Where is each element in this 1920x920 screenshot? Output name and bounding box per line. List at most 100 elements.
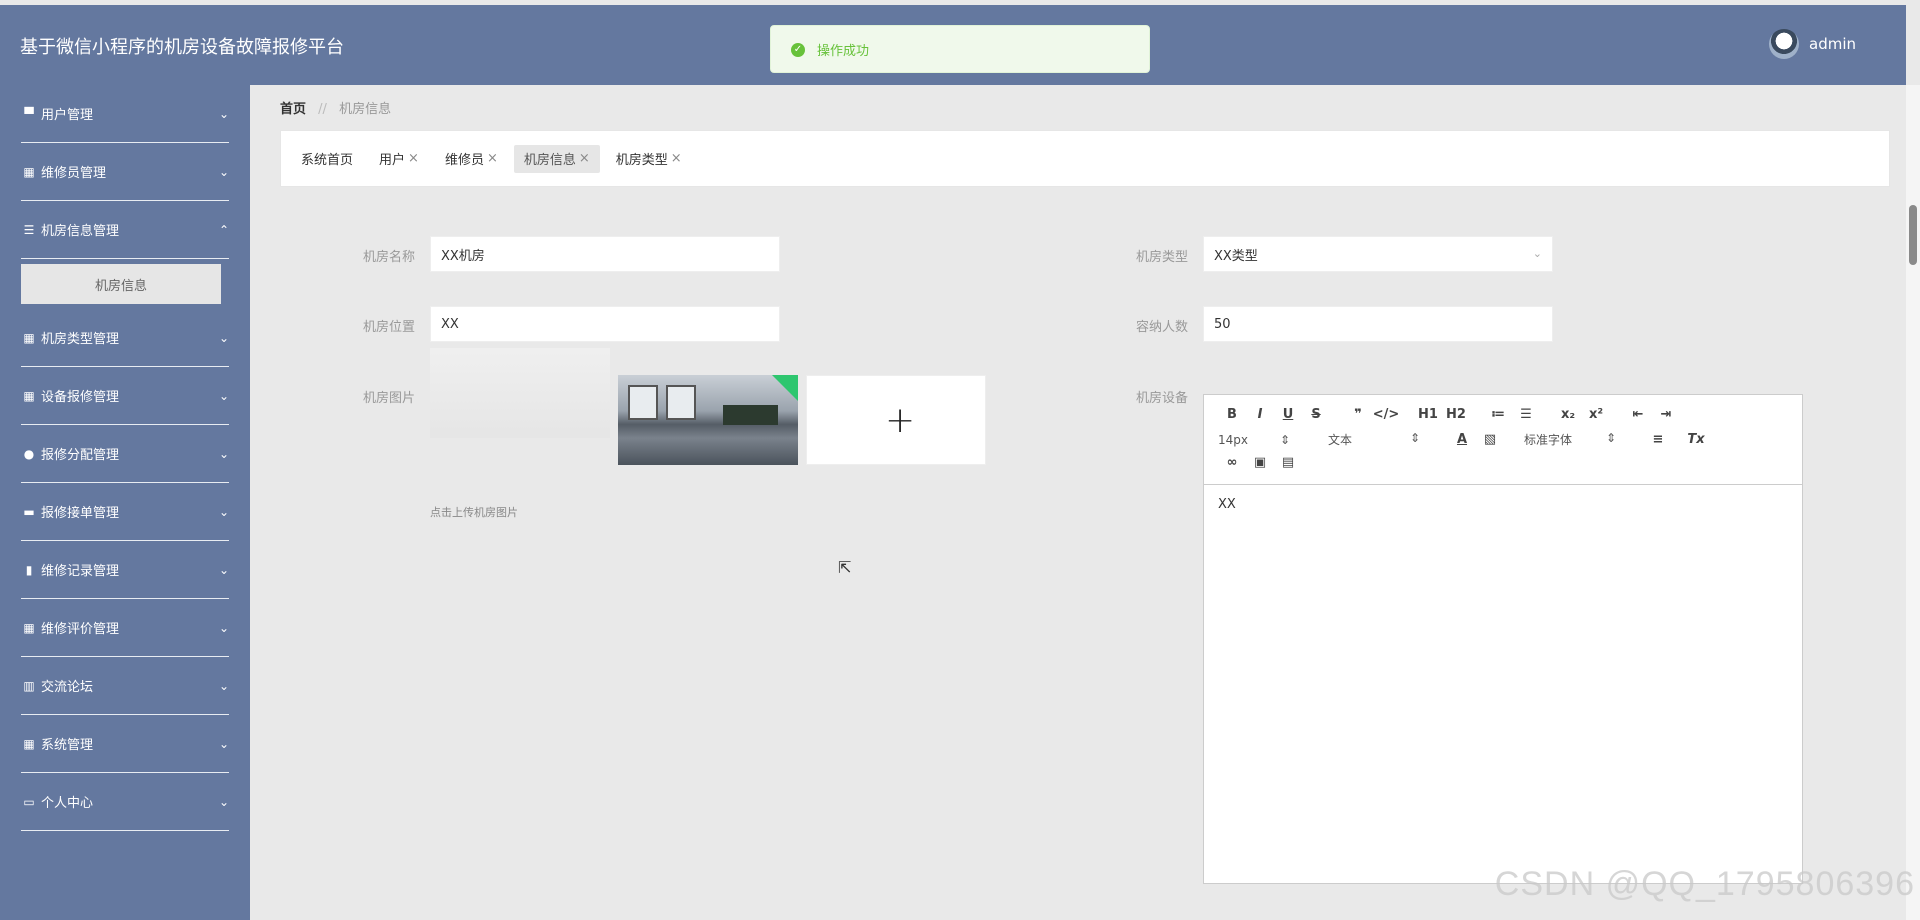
tab-label: 机房信息 bbox=[523, 153, 576, 168]
sidebar-item-label: 维修记录管理 bbox=[41, 564, 120, 579]
h1-button[interactable]: H1 bbox=[1414, 407, 1442, 422]
username[interactable]: admin bbox=[1809, 35, 1856, 53]
tab-user[interactable]: 用户 × bbox=[369, 145, 429, 173]
font-family-select[interactable]: 标准字体 ⇕ bbox=[1524, 431, 1634, 448]
chevron-down-icon: ⌄ bbox=[218, 330, 229, 345]
room-location-input[interactable]: XX bbox=[430, 306, 780, 342]
sidebar-item-repairer-management[interactable]: ▦ 维修员管理 ⌄ bbox=[21, 143, 229, 201]
sidebar-item-room-info-management[interactable]: ☰ 机房信息管理 ⌃ bbox=[21, 201, 229, 259]
room-type-select[interactable]: XX类型 ⌄ bbox=[1203, 236, 1553, 272]
sidebar-item-label: 系统管理 bbox=[41, 738, 94, 753]
font-size-select[interactable]: 14px ⇕ bbox=[1218, 433, 1308, 447]
user-card-icon: ▀ bbox=[24, 106, 34, 121]
upload-hint: 点击上传机房图片 bbox=[430, 506, 518, 519]
scrollbar-thumb[interactable] bbox=[1909, 205, 1917, 265]
chevron-up-icon: ⌃ bbox=[218, 222, 229, 237]
chevron-down-icon: ⌄ bbox=[218, 620, 229, 635]
font-size-value: 14px bbox=[1218, 432, 1248, 447]
align-icon[interactable]: ≡ bbox=[1644, 432, 1672, 447]
code-button[interactable]: </> bbox=[1372, 407, 1400, 422]
chevron-down-icon: ⌄ bbox=[218, 164, 229, 179]
room-type-label: 机房类型 bbox=[1136, 250, 1189, 265]
close-icon[interactable]: × bbox=[671, 151, 682, 166]
tab-room-info[interactable]: 机房信息 × bbox=[513, 144, 600, 173]
superscript-button[interactable]: x² bbox=[1582, 407, 1610, 422]
close-icon[interactable]: × bbox=[408, 151, 419, 166]
toolbar-row-formatting: B I U S ❞ </> H1 H2 ≔ ☰ x₂ x² ⇤ ⇥ bbox=[1218, 407, 1680, 422]
sidebar-item-user-management[interactable]: ▀ 用户管理 ⌄ bbox=[21, 85, 229, 143]
chevron-down-icon: ⌄ bbox=[218, 736, 229, 751]
tab-system-home[interactable]: 系统首页 bbox=[291, 145, 363, 173]
image-upload-button[interactable]: + bbox=[806, 375, 986, 465]
chevron-down-icon: ⌄ bbox=[218, 446, 229, 461]
user-menu[interactable]: admin bbox=[1769, 29, 1856, 59]
ordered-list-button[interactable]: ≔ bbox=[1484, 407, 1512, 422]
bold-button[interactable]: B bbox=[1218, 407, 1246, 422]
room-image-label: 机房图片 bbox=[363, 391, 416, 406]
italic-button[interactable]: I bbox=[1246, 407, 1274, 422]
app-title: 基于微信小程序的机房设备故障报修平台 bbox=[20, 37, 344, 58]
sidebar-item-repair-order-management[interactable]: ▬ 报修接单管理 ⌄ bbox=[21, 483, 229, 541]
sidebar-item-repair-assignment-management[interactable]: ● 报修分配管理 ⌄ bbox=[21, 425, 229, 483]
room-image-thumbnail[interactable] bbox=[618, 375, 798, 465]
underline-button[interactable]: U bbox=[1274, 407, 1302, 422]
grid-icon: ▦ bbox=[23, 330, 35, 345]
sidebar-item-label: 个人中心 bbox=[41, 796, 94, 811]
indent-button[interactable]: ⇥ bbox=[1652, 407, 1680, 422]
tab-label: 维修员 bbox=[444, 153, 484, 168]
sidebar-item-repair-request-management[interactable]: ▦ 设备报修管理 ⌄ bbox=[21, 367, 229, 425]
breadcrumb-home[interactable]: 首页 bbox=[280, 102, 306, 117]
subscript-button[interactable]: x₂ bbox=[1554, 407, 1582, 422]
id-card-icon: ▭ bbox=[23, 794, 35, 809]
clear-format-icon[interactable]: Tx bbox=[1682, 432, 1710, 447]
person-icon: ● bbox=[23, 446, 35, 461]
text-color-icon[interactable]: A bbox=[1448, 432, 1476, 447]
sidebar-item-label: 交流论坛 bbox=[41, 680, 94, 695]
updown-icon: ⇕ bbox=[1279, 432, 1290, 447]
sidebar-item-repair-review-management[interactable]: ▦ 维修评价管理 ⌄ bbox=[21, 599, 229, 657]
bar-chart-icon: ▥ bbox=[23, 678, 35, 693]
chevron-down-icon: ⌄ bbox=[218, 562, 229, 577]
paragraph-select[interactable]: 文本 ⇕ bbox=[1328, 431, 1438, 448]
chevron-down-icon: ⌄ bbox=[218, 794, 229, 809]
outdent-button[interactable]: ⇤ bbox=[1624, 407, 1652, 422]
tab-room-type[interactable]: 机房类型 × bbox=[606, 145, 692, 173]
font-family-value: 标准字体 bbox=[1524, 433, 1573, 447]
background-color-icon[interactable]: ▧ bbox=[1476, 432, 1504, 447]
avatar[interactable] bbox=[1769, 29, 1799, 59]
h2-button[interactable]: H2 bbox=[1442, 407, 1470, 422]
tab-repairer[interactable]: 维修员 × bbox=[435, 145, 508, 173]
updown-icon: ⇕ bbox=[1409, 431, 1420, 445]
image-icon[interactable]: ▣ bbox=[1246, 455, 1274, 470]
watermark: CSDN @QQ_1795806396 bbox=[1494, 865, 1915, 903]
sidebar-item-personal-center[interactable]: ▭ 个人中心 ⌄ bbox=[21, 773, 229, 831]
top-header: 基于微信小程序的机房设备故障报修平台 ✓ 操作成功 admin bbox=[0, 5, 1906, 85]
blockquote-button[interactable]: ❞ bbox=[1344, 407, 1372, 422]
editor-toolbar: B I U S ❞ </> H1 H2 ≔ ☰ x₂ x² ⇤ ⇥ 14px ⇕ … bbox=[1204, 395, 1802, 485]
capacity-label: 容纳人数 bbox=[1136, 320, 1189, 335]
sidebar-item-forum[interactable]: ▥ 交流论坛 ⌄ bbox=[21, 657, 229, 715]
bullet-list-button[interactable]: ☰ bbox=[1512, 407, 1540, 422]
rich-text-editor[interactable]: B I U S ❞ </> H1 H2 ≔ ☰ x₂ x² ⇤ ⇥ 14px ⇕ … bbox=[1203, 394, 1803, 884]
sidebar-item-system-management[interactable]: ▦ 系统管理 ⌄ bbox=[21, 715, 229, 773]
clipboard-icon: ▮ bbox=[25, 562, 33, 577]
room-name-input[interactable]: XX机房 bbox=[430, 236, 780, 272]
sidebar-item-repair-record-management[interactable]: ▮ 维修记录管理 ⌄ bbox=[21, 541, 229, 599]
video-icon[interactable]: ▤ bbox=[1274, 455, 1302, 470]
equipment-label: 机房设备 bbox=[1136, 391, 1189, 406]
close-icon[interactable]: × bbox=[579, 151, 590, 166]
page-scrollbar[interactable] bbox=[1906, 85, 1920, 920]
sidebar-subitem-room-info[interactable]: 机房信息 bbox=[21, 264, 221, 304]
grid-icon: ▦ bbox=[23, 164, 35, 179]
editor-content[interactable]: XX bbox=[1204, 485, 1802, 524]
link-icon[interactable]: ∞ bbox=[1218, 455, 1246, 470]
strike-button[interactable]: S bbox=[1302, 407, 1330, 422]
sidebar-item-room-type-management[interactable]: ▦ 机房类型管理 ⌄ bbox=[21, 309, 229, 367]
submenu: 机房信息 bbox=[21, 259, 229, 309]
capacity-input[interactable]: 50 bbox=[1203, 306, 1553, 342]
close-icon[interactable]: × bbox=[487, 151, 498, 166]
list-icon: ☰ bbox=[23, 222, 35, 237]
toast-message: 操作成功 bbox=[817, 44, 870, 59]
chevron-down-icon: ⌄ bbox=[218, 504, 229, 519]
tab-label: 用户 bbox=[379, 153, 406, 168]
